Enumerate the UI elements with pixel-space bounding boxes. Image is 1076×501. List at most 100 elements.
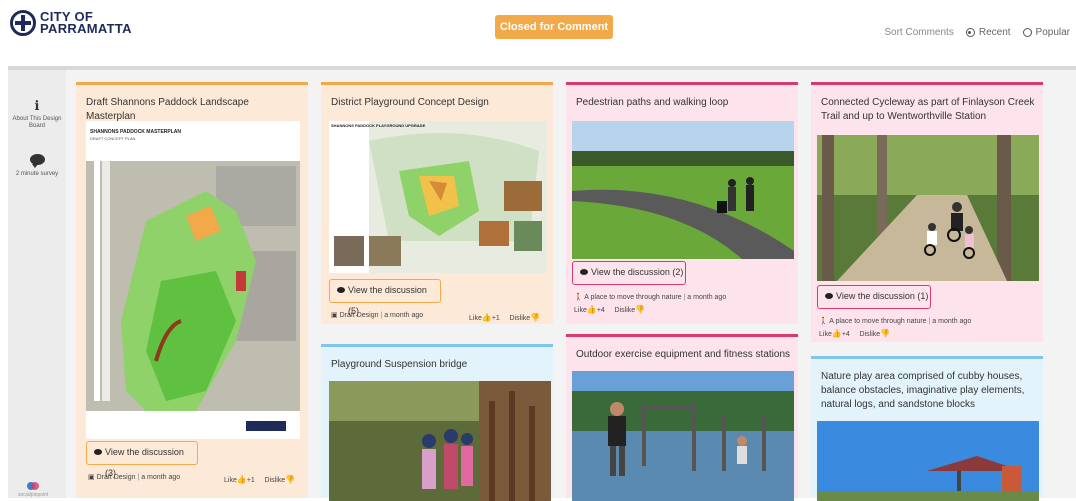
like-button[interactable]: Like👍+4 [819, 329, 850, 338]
walking-person-icon: 🚶 [819, 318, 828, 325]
cycleway-photo-icon [817, 135, 1039, 281]
like-count: +4 [841, 331, 850, 338]
sort-recent-radio[interactable] [965, 28, 975, 37]
card-category: A place to move through nature [829, 318, 927, 325]
vote-row: Like👍+4 Dislike👎 [574, 305, 645, 314]
exercise-equipment-image[interactable] [572, 371, 794, 501]
dislike-label: Dislike [859, 331, 881, 338]
pedestrian-paths-image[interactable] [572, 121, 794, 259]
vote-row: Like👍+1 Dislike👎 [469, 313, 540, 322]
vote-row: Like👍+1 Dislike👎 [224, 475, 295, 484]
thumbs-down-icon: 👎 [880, 329, 891, 338]
sort-recent-label[interactable]: Recent [979, 27, 1011, 38]
city-logo[interactable]: CITY OF PARRAMATTA [10, 10, 132, 36]
view-discussion-button[interactable]: View the discussion (5) [329, 279, 441, 316]
playground-concept-image[interactable]: SHANNONS PADDOCK PLAYGROUND UPGRADE [329, 121, 547, 273]
suspension-bridge-image[interactable] [329, 381, 551, 501]
header: CITY OF PARRAMATTA Closed for Comment So… [0, 0, 1076, 66]
city-crest-icon [10, 10, 36, 36]
card-meta: 🚶 A place to move through nature | a mon… [574, 293, 726, 301]
like-count: +4 [596, 307, 605, 314]
view-discussion-button[interactable]: View the discussion (2) [572, 261, 686, 285]
dislike-label: Dislike [614, 307, 636, 314]
masterplan-map-icon [86, 121, 300, 439]
playground-plan-icon [329, 121, 547, 273]
logo-line-2: PARRAMATTA [40, 21, 132, 36]
thumbs-down-icon: 👎 [530, 313, 541, 322]
card-meta: ▣ Draft Design | a month ago [331, 311, 423, 319]
design-board: Draft Shannons Paddock Landscape Masterp… [66, 70, 1076, 501]
sidebar-item-about[interactable]: ℹ About This Design Board [8, 98, 66, 130]
sidebar-item-survey[interactable]: 2 minute survey [8, 154, 66, 178]
chat-bubble-icon [29, 154, 45, 168]
dislike-button[interactable]: Dislike👎 [859, 329, 891, 338]
card-nature-play[interactable]: Nature play area comprised of cubby hous… [811, 356, 1043, 501]
masterplan-caption: SHANNONS PADDOCK MASTERPLAN [90, 129, 182, 135]
like-count: +1 [491, 315, 500, 322]
masterplan-image[interactable]: SHANNONS PADDOCK MASTERPLAN DRAFT CONCEP… [86, 121, 300, 439]
card-title: Pedestrian paths and walking loop [576, 97, 729, 108]
dislike-button[interactable]: Dislike👎 [614, 305, 646, 314]
like-button[interactable]: Like👍+1 [224, 475, 255, 484]
walking-person-icon: 🚶 [574, 294, 583, 301]
sidebar: ℹ About This Design Board 2 minute surve… [8, 70, 66, 498]
image-icon: ▣ [88, 474, 95, 481]
card-meta: 🚶 A place to move through nature | a mon… [819, 317, 971, 325]
card-title: Playground Suspension bridge [331, 359, 468, 370]
dislike-label: Dislike [264, 477, 286, 484]
card-title: Connected Cycleway as part of Finlayson … [821, 97, 1035, 122]
card-suspension-bridge[interactable]: Playground Suspension bridge [321, 344, 553, 501]
like-label: Like [224, 477, 237, 484]
sort-popular-radio[interactable] [1022, 28, 1032, 37]
thumbs-down-icon: 👎 [285, 475, 296, 484]
card-title: Outdoor exercise equipment and fitness s… [576, 349, 791, 360]
sidebar-item-label: 2 minute survey [15, 171, 59, 177]
walking-path-photo-icon [572, 121, 794, 259]
social-pinpoint-logo-icon[interactable] [26, 480, 40, 492]
like-label: Like [469, 315, 482, 322]
playground-caption: SHANNONS PADDOCK PLAYGROUND UPGRADE [331, 123, 426, 128]
like-label: Like [574, 307, 587, 314]
dislike-button[interactable]: Dislike👎 [509, 313, 541, 322]
view-discussion-button[interactable]: View the discussion (1) [817, 285, 931, 309]
thumbs-up-icon: 👍 [831, 329, 842, 338]
sort-label: Sort Comments [884, 27, 954, 38]
card-category: Draft Design [339, 312, 379, 319]
card-shannons-masterplan[interactable]: Draft Shannons Paddock Landscape Masterp… [76, 82, 308, 498]
masterplan-subcaption: DRAFT CONCEPT PLAN [90, 136, 136, 141]
card-time: a month ago [384, 312, 424, 319]
logo-text: CITY OF PARRAMATTA [40, 10, 132, 36]
card-category: Draft Design [96, 474, 136, 481]
thumbs-down-icon: 👎 [635, 305, 646, 314]
like-count: +1 [246, 477, 255, 484]
thumbs-up-icon: 👍 [481, 313, 492, 322]
image-icon: ▣ [331, 312, 338, 319]
cycleway-image[interactable] [817, 135, 1039, 281]
view-discussion-button[interactable]: View the discussion (3) [86, 441, 198, 478]
bridge-photo-icon [329, 381, 551, 501]
card-district-playground[interactable]: District Playground Concept Design SHANN… [321, 82, 553, 324]
dislike-button[interactable]: Dislike👎 [264, 475, 296, 484]
powered-by-text: socialpinpoint [18, 492, 49, 498]
card-title: Draft Shannons Paddock Landscape Masterp… [86, 97, 249, 122]
card-title: District Playground Concept Design [331, 97, 489, 108]
dislike-label: Dislike [509, 315, 531, 322]
sort-popular-label[interactable]: Popular [1036, 27, 1070, 38]
card-outdoor-exercise[interactable]: Outdoor exercise equipment and fitness s… [566, 334, 798, 501]
nature-play-image[interactable] [817, 421, 1039, 501]
card-time: a month ago [687, 294, 727, 301]
like-button[interactable]: Like👍+4 [574, 305, 605, 314]
like-label: Like [819, 331, 832, 338]
card-time: a month ago [141, 474, 181, 481]
card-pedestrian-paths[interactable]: Pedestrian paths and walking loop View t… [566, 82, 798, 324]
card-connected-cycleway[interactable]: Connected Cycleway as part of Finlayson … [811, 82, 1043, 342]
card-title: Nature play area comprised of cubby hous… [821, 371, 1025, 410]
thumbs-up-icon: 👍 [586, 305, 597, 314]
status-badge: Closed for Comment [495, 15, 613, 39]
like-button[interactable]: Like👍+1 [469, 313, 500, 322]
card-category: A place to move through nature [584, 294, 682, 301]
sort-controls: Sort Comments Recent Popular [884, 27, 1070, 38]
vote-row: Like👍+4 Dislike👎 [819, 329, 890, 338]
card-time: a month ago [932, 318, 972, 325]
info-icon: ℹ [34, 98, 40, 113]
